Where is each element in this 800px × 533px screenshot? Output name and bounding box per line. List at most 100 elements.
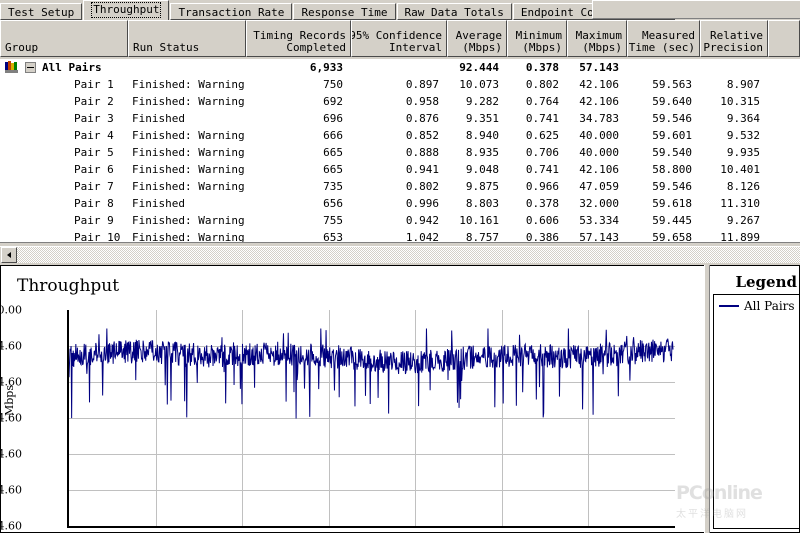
table-row[interactable]: Pair 10 Finished: Warning(s) 653 1.042 8.757… xyxy=(0,229,800,243)
cell-relative_precision: 9.267 xyxy=(726,214,760,227)
cell-average: 8.803 xyxy=(465,197,499,210)
group-chart-icon xyxy=(5,61,18,73)
table-row[interactable]: Pair 3 Finished 696 0.876 9.351 0.741 34.783 59… xyxy=(0,110,800,127)
cell-minimum: 0.764 xyxy=(525,95,559,108)
column-header-confidence[interactable]: 95% Confidence Interval xyxy=(351,20,447,57)
cell-confidence: 0.852 xyxy=(405,129,439,142)
cell-average: 8.940 xyxy=(465,129,499,142)
grid-body: All Pairs 6,933 92.444 0.378 57.143 Pair 1 Fin… xyxy=(0,59,800,243)
cell-timing_records: 692 xyxy=(323,95,343,108)
cell-average: 9.875 xyxy=(465,180,499,193)
cell-timing_records: 665 xyxy=(323,163,343,176)
table-row[interactable]: Pair 4 Finished: Warning(s) 666 0.852 8.940 0… xyxy=(0,127,800,144)
cell-run_status: Finished xyxy=(132,197,185,210)
tab-transaction-rate[interactable]: Transaction Rate xyxy=(170,3,293,20)
tab-raw-data-totals[interactable]: Raw Data Totals xyxy=(396,3,512,20)
table-row[interactable]: Pair 9 Finished: Warning(s) 755 0.942 10.161… xyxy=(0,212,800,229)
tab-throughput[interactable]: Throughput xyxy=(83,0,170,20)
y-axis-tick xyxy=(67,454,69,455)
column-header-spare[interactable] xyxy=(768,20,800,57)
column-header-line2: Run Status xyxy=(133,41,200,54)
y-tick-label: 4.60 xyxy=(1,519,22,533)
column-header-measured_time[interactable]: Measured Time (sec) xyxy=(627,20,700,57)
cell-timing_records: 665 xyxy=(323,146,343,159)
cell-measured_time: 58.800 xyxy=(652,163,692,176)
cell-average: 9.282 xyxy=(465,95,499,108)
tab-test-setup[interactable]: Test Setup xyxy=(0,3,83,20)
y-tick-label: 120.00 xyxy=(1,303,22,317)
column-header-group[interactable]: Group xyxy=(0,20,128,57)
cell-timing_records: 696 xyxy=(323,112,343,125)
y-tick-label: 104.60 xyxy=(1,339,22,353)
y-axis-tick xyxy=(67,382,69,383)
table-row[interactable]: Pair 6 Finished: Warning(s) 665 0.941 9.048 0… xyxy=(0,161,800,178)
group-collapse-toggle[interactable] xyxy=(25,62,36,73)
cell-maximum: 40.000 xyxy=(579,146,619,159)
column-header-minimum[interactable]: Minimum (Mbps) xyxy=(507,20,567,57)
cell-maximum: 47.059 xyxy=(579,180,619,193)
legend-line-swatch-icon xyxy=(719,305,739,307)
cell-relative_precision: 9.532 xyxy=(726,129,760,142)
scrollbar-track[interactable] xyxy=(17,247,800,263)
table-row[interactable]: Pair 7 Finished: Warning(s) 735 0.802 9.875 0… xyxy=(0,178,800,195)
legend-pane: Legend All Pairs xyxy=(710,265,800,533)
cell-run_status: Finished: Warning(s) xyxy=(132,146,246,159)
cell-minimum: 0.706 xyxy=(525,146,559,159)
y-tick-label: 64.60 xyxy=(1,411,22,425)
cell-maximum: 42.106 xyxy=(579,163,619,176)
table-row-total[interactable]: All Pairs 6,933 92.444 0.378 57.143 xyxy=(0,59,800,76)
y-axis-tick xyxy=(67,346,69,347)
cell-group: Pair 4 xyxy=(74,129,114,142)
column-header-run_status[interactable]: Run Status xyxy=(128,20,246,57)
cell-group: Pair 5 xyxy=(74,146,114,159)
cell-measured_time: 59.618 xyxy=(652,197,692,210)
y-axis-tick xyxy=(67,310,69,311)
cell-relative_precision: 9.935 xyxy=(726,146,760,159)
y-axis-tick xyxy=(67,526,69,527)
tab-label: Test Setup xyxy=(8,6,75,19)
cell-minimum: 0.966 xyxy=(525,180,559,193)
cell-minimum: 0.741 xyxy=(525,112,559,125)
column-header-average[interactable]: Average (Mbps) xyxy=(447,20,507,57)
column-header-timing_records[interactable]: Timing Records Completed xyxy=(246,20,351,57)
column-header-line2: Group xyxy=(5,41,39,54)
cell-relative_precision: 10.401 xyxy=(720,163,760,176)
tab-response-time[interactable]: Response Time xyxy=(293,3,396,20)
column-header-relative_precision[interactable]: Relative Precision xyxy=(700,20,768,57)
cell-relative_precision: 11.899 xyxy=(720,231,760,243)
cell-group: Pair 7 xyxy=(74,180,114,193)
tab-strip: Test Setup Throughput Transaction Rate Resp… xyxy=(0,0,800,20)
tab-label: Throughput xyxy=(91,2,162,18)
legend-title: Legend xyxy=(735,273,797,291)
table-row[interactable]: Pair 5 Finished: Warning(s) 665 0.888 8.935 0… xyxy=(0,144,800,161)
cell-timing_records: 666 xyxy=(323,129,343,142)
throughput-chart-pane: Throughput Mbps 120.00104.6084.6064.6044… xyxy=(0,265,704,533)
table-row[interactable]: Pair 2 Finished: Warning(s) 692 0.958 9.282 0… xyxy=(0,93,800,110)
tab-list: Test Setup Throughput Transaction Rate Resp… xyxy=(0,0,676,20)
cell-maximum: 57.143 xyxy=(579,61,619,74)
table-row[interactable]: Pair 8 Finished 656 0.996 8.803 0.378 32.000 59… xyxy=(0,195,800,212)
chart-title: Throughput xyxy=(17,276,120,296)
cell-group: Pair 8 xyxy=(74,197,114,210)
cell-relative_precision: 11.310 xyxy=(720,197,760,210)
cell-minimum: 0.378 xyxy=(525,61,559,74)
grid-horizontal-scrollbar[interactable] xyxy=(0,246,800,264)
legend-item-all-pairs[interactable]: All Pairs xyxy=(719,299,795,313)
cell-maximum: 57.143 xyxy=(579,231,619,243)
cell-timing_records: 750 xyxy=(323,78,343,91)
cell-run_status: Finished: Warning(s) xyxy=(132,95,246,108)
y-axis-tick xyxy=(67,418,69,419)
cell-timing_records: 735 xyxy=(323,180,343,193)
netiq-chariot-window: Test Setup Throughput Transaction Rate Resp… xyxy=(0,0,800,533)
column-header-maximum[interactable]: Maximum (Mbps) xyxy=(567,20,627,57)
scroll-left-arrow-icon[interactable] xyxy=(1,247,17,263)
gridline-horizontal xyxy=(69,526,675,527)
cell-maximum: 40.000 xyxy=(579,129,619,142)
cell-confidence: 0.941 xyxy=(405,163,439,176)
cell-confidence: 0.942 xyxy=(405,214,439,227)
cell-average: 8.935 xyxy=(465,146,499,159)
cell-run_status: Finished: Warning(s) xyxy=(132,214,246,227)
table-row[interactable]: Pair 1 Finished: Warning(s) 750 0.897 10.073… xyxy=(0,76,800,93)
cell-confidence: 0.958 xyxy=(405,95,439,108)
column-header-line2: (Mbps) xyxy=(522,41,562,54)
